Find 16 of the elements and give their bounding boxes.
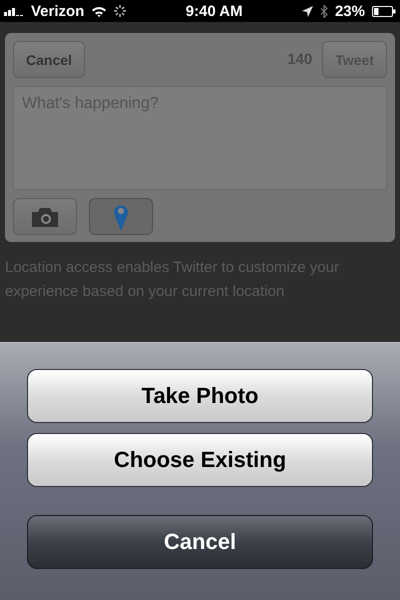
map-pin-icon: [113, 202, 129, 230]
bluetooth-icon: [320, 4, 328, 18]
sheet-option-button[interactable]: Choose Existing: [27, 433, 373, 487]
sheet-option-button[interactable]: Take Photo: [27, 369, 373, 423]
clock-time: 9:40 AM: [186, 2, 243, 20]
battery-icon: [372, 6, 396, 16]
location-arrow-icon: [302, 6, 313, 16]
cancel-button[interactable]: Cancel: [27, 515, 373, 569]
spinner-icon: [114, 5, 126, 17]
camera-icon: [32, 206, 58, 226]
signal-icon: [4, 6, 24, 16]
battery-percent: 23%: [334, 2, 365, 20]
camera-button[interactable]: [13, 198, 77, 235]
carrier-name: Verizon: [31, 2, 84, 20]
location-button[interactable]: [89, 198, 153, 235]
wifi-icon: [91, 5, 108, 17]
